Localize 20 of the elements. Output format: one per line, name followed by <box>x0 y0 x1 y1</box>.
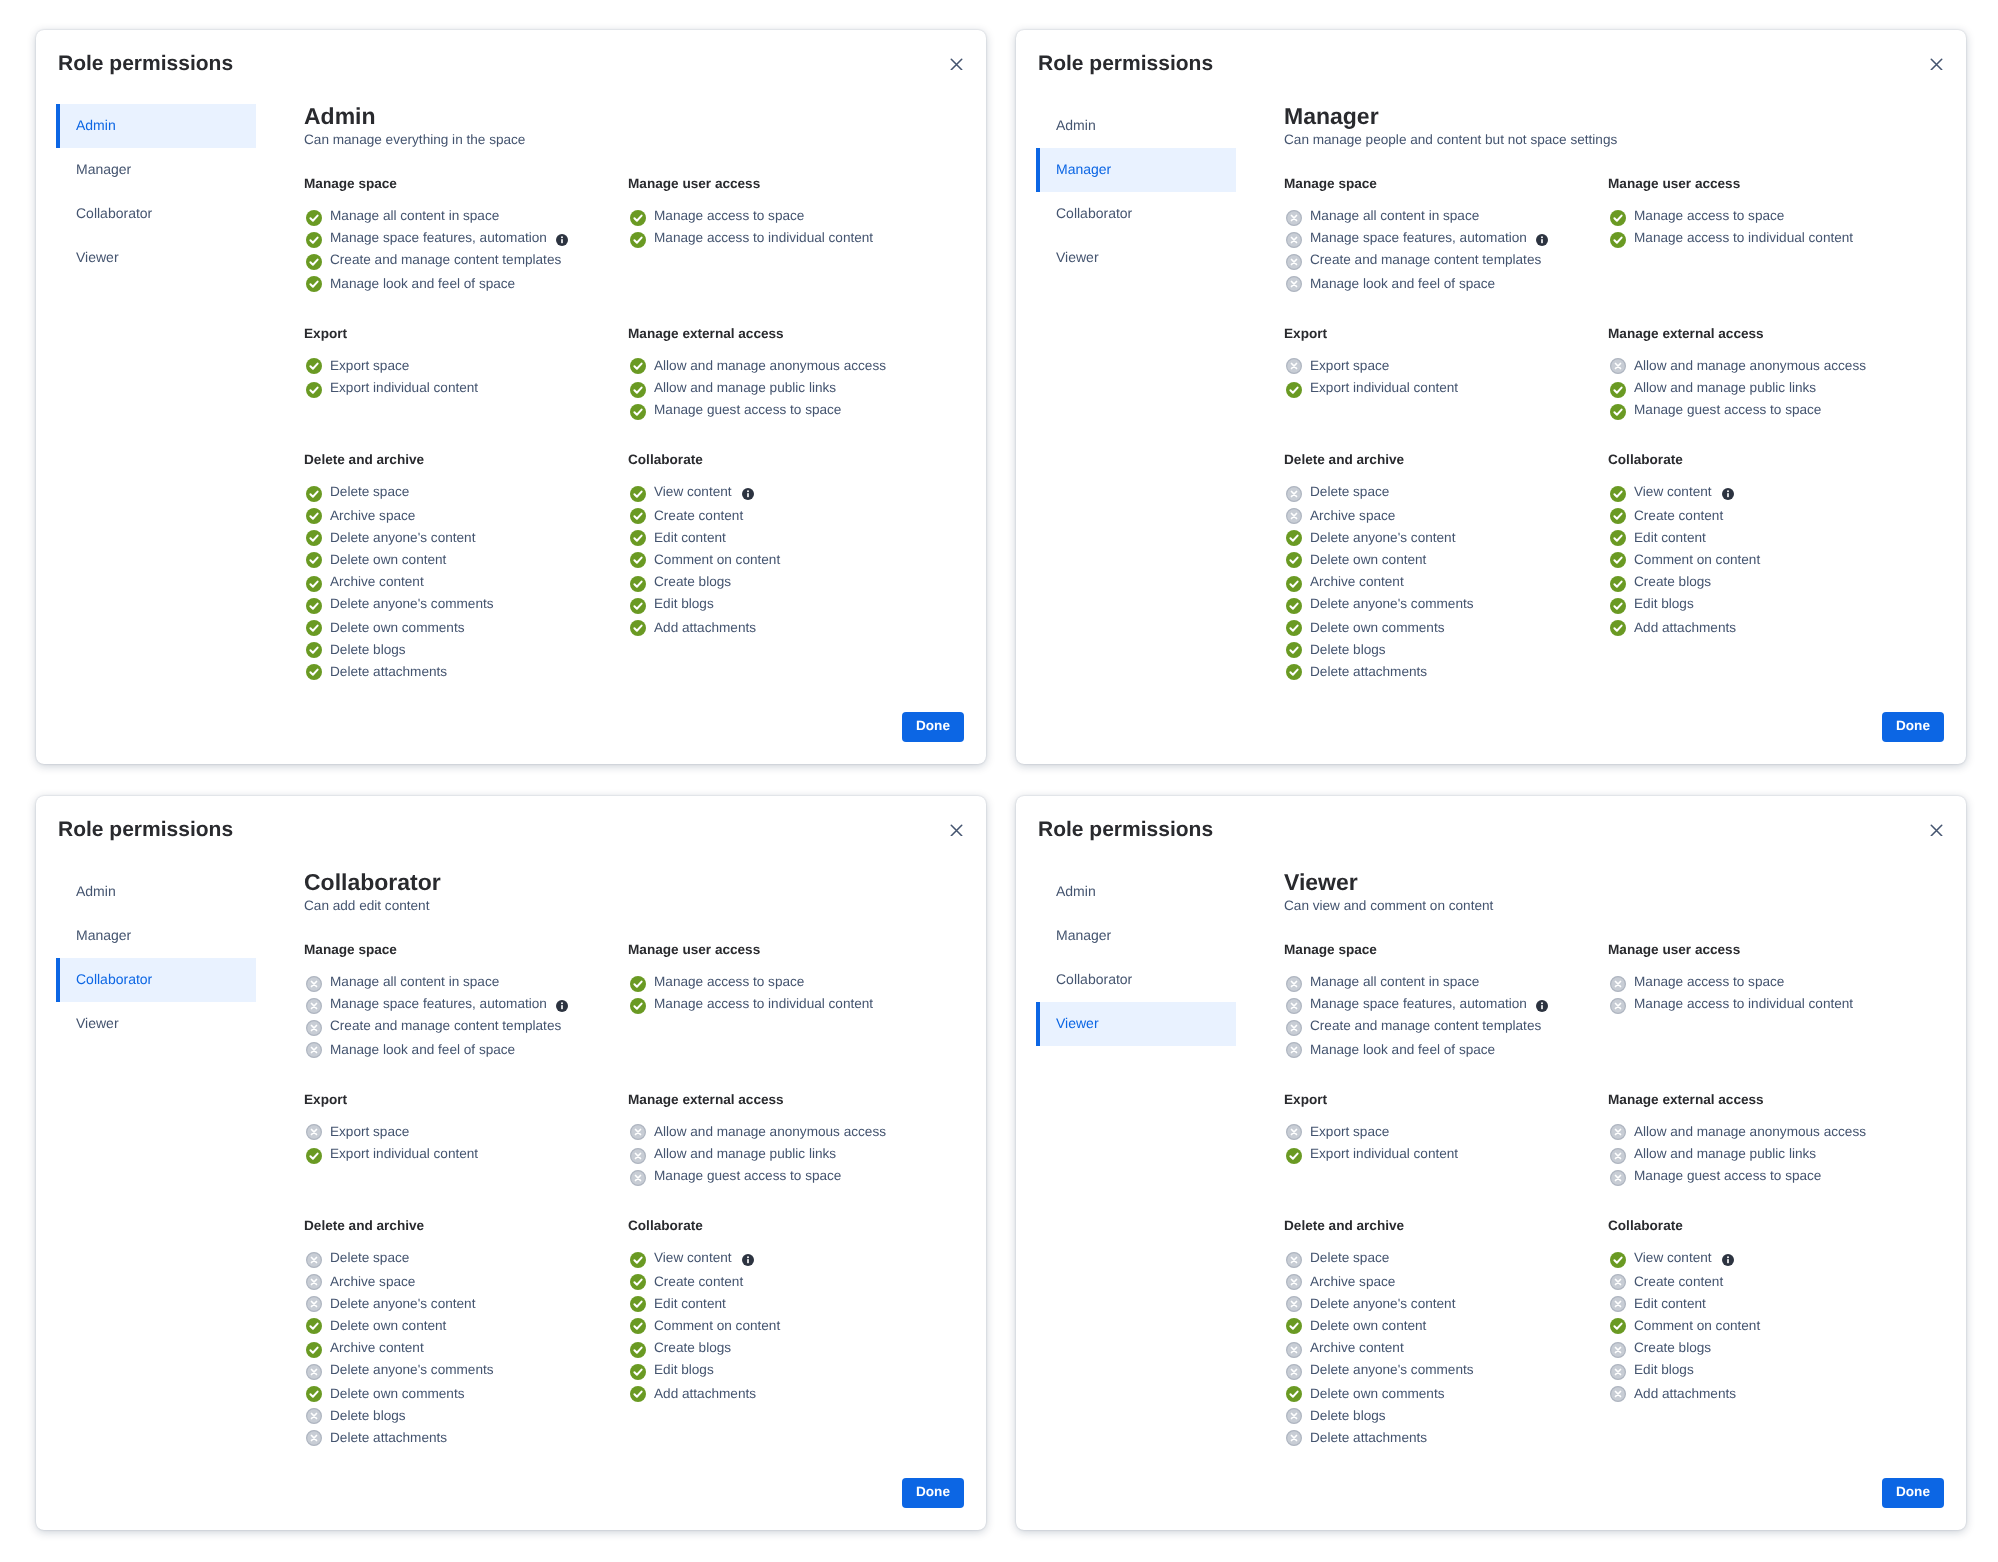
close-icon[interactable] <box>1930 57 1943 71</box>
info-icon[interactable] <box>556 999 569 1012</box>
info-icon[interactable] <box>1536 999 1549 1012</box>
info-icon[interactable] <box>1536 233 1549 246</box>
role-heading: Admin <box>304 106 378 132</box>
role-heading: Viewer <box>1284 872 1360 898</box>
info-icon[interactable] <box>1721 487 1734 500</box>
info-icon[interactable] <box>1721 1253 1734 1266</box>
info-icon[interactable] <box>556 233 569 246</box>
close-icon[interactable] <box>950 57 963 71</box>
close-icon[interactable] <box>1930 823 1943 837</box>
dialog-title: Role permissions <box>58 52 234 76</box>
role-heading: Collaborator <box>304 872 443 898</box>
dialog-title: Role permissions <box>1038 818 1214 842</box>
dialog-title: Role permissions <box>58 818 234 842</box>
role-heading: Manager <box>1284 106 1381 132</box>
close-icon[interactable] <box>950 823 963 837</box>
info-icon[interactable] <box>741 487 754 500</box>
info-icon[interactable] <box>741 1253 754 1266</box>
dialog-title: Role permissions <box>1038 52 1214 76</box>
